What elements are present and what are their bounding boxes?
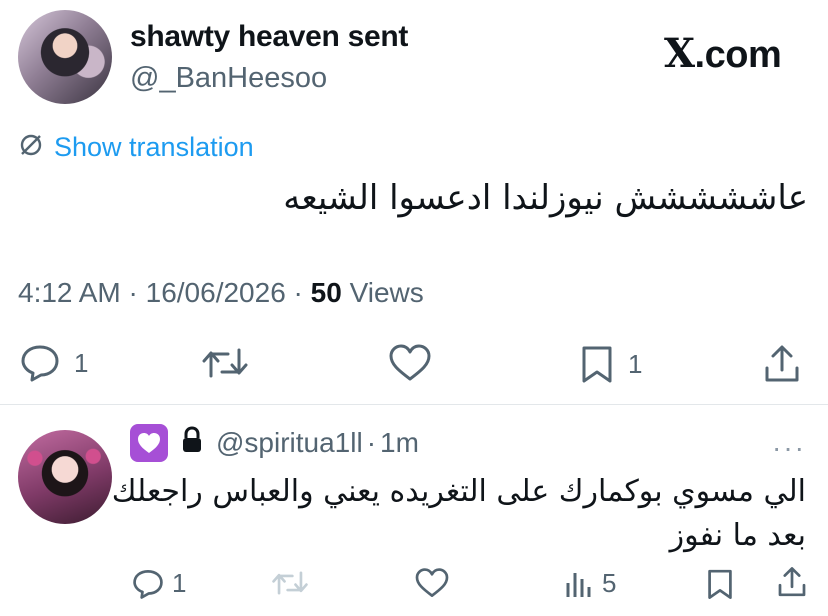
- x-logo-letter: X: [664, 30, 695, 77]
- heart-icon: [389, 344, 431, 381]
- views-label: Views: [341, 277, 424, 308]
- author-avatar[interactable]: [18, 10, 112, 104]
- x-com-logo: X.com: [664, 30, 782, 77]
- author-handle[interactable]: @_BanHeesoo: [130, 62, 327, 95]
- reply-reply-button[interactable]: 1: [132, 568, 186, 599]
- reply-header: @spiritua1ll · 1m: [130, 424, 419, 462]
- repost-button[interactable]: [202, 344, 248, 382]
- meta-separator: ·: [120, 277, 146, 308]
- views-count: 50: [310, 277, 342, 308]
- divider: [0, 404, 828, 405]
- reply-button[interactable]: 1: [20, 344, 88, 382]
- reply-time[interactable]: 1m: [380, 427, 419, 459]
- reply-author-avatar[interactable]: [18, 430, 112, 524]
- repost-icon: [272, 571, 308, 595]
- bookmark-icon: [708, 569, 732, 599]
- tweet-date[interactable]: 16/06/2026: [146, 277, 286, 308]
- views-chart-icon: [566, 572, 591, 597]
- bookmark-icon: [582, 346, 612, 383]
- bookmark-count: 1: [628, 348, 643, 379]
- tweet-actions: 1 1: [0, 340, 828, 390]
- reply-text-line: الي مسوي بوكمارك على التغريده يعني والعب…: [111, 474, 806, 509]
- reply-views-button[interactable]: 5: [564, 568, 616, 599]
- show-translation-link[interactable]: Show translation: [18, 132, 254, 163]
- reply-count: 1: [74, 347, 89, 378]
- reply-icon: [21, 345, 59, 382]
- bookmark-button[interactable]: 1: [580, 344, 642, 384]
- reply-text-line: بعد ما نفوز: [669, 518, 806, 553]
- share-icon: [778, 567, 806, 597]
- heart-icon: [415, 568, 449, 597]
- meta-separator: ·: [285, 277, 311, 308]
- share-button[interactable]: [762, 344, 802, 384]
- translate-icon: [18, 132, 44, 163]
- reply-views-count: 5: [602, 568, 617, 598]
- reply-actions: 1 5: [0, 566, 828, 606]
- reply-bookmark-button[interactable]: [706, 568, 734, 600]
- reply-handle[interactable]: @spiritua1ll: [216, 427, 363, 459]
- reply-separator: ·: [366, 427, 377, 458]
- tweet-meta: 4:12 AM · 16/06/2026 · 50 Views: [18, 277, 424, 309]
- author-display-name[interactable]: shawty heaven sent: [130, 20, 408, 54]
- x-logo-suffix: .com: [694, 34, 782, 76]
- more-options-icon[interactable]: ···: [772, 432, 806, 464]
- purple-heart-icon: [130, 424, 168, 462]
- tweet-time[interactable]: 4:12 AM: [18, 277, 121, 308]
- repost-icon: [202, 348, 248, 378]
- reply-share-button[interactable]: [776, 566, 808, 598]
- lock-icon: [180, 425, 204, 461]
- reply-repost-button[interactable]: [272, 568, 308, 598]
- show-translation-label[interactable]: Show translation: [54, 132, 254, 163]
- reply-text: الي مسوي بوكمارك على التغريده يعني والعب…: [112, 470, 806, 558]
- tweet-text: عاششششش نيوزلندا ادعسوا الشيعه: [283, 178, 808, 218]
- share-icon: [765, 345, 799, 382]
- like-button[interactable]: [388, 344, 432, 382]
- reply-reply-count: 1: [172, 568, 187, 598]
- reply-icon: [133, 569, 163, 599]
- reply-like-button[interactable]: [414, 568, 450, 598]
